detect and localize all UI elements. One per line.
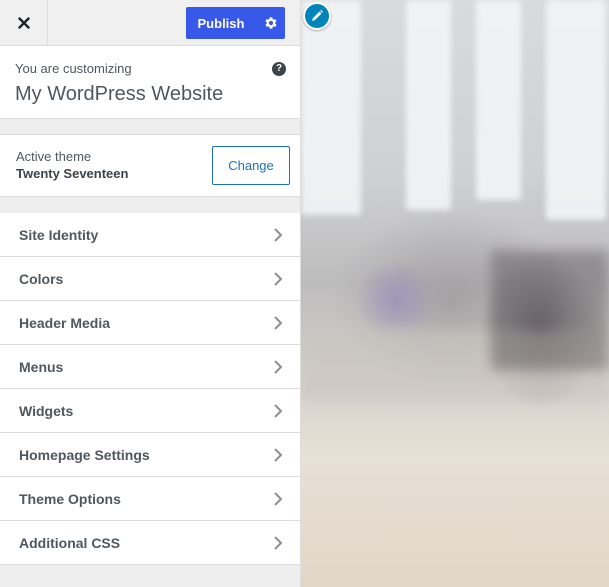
customizer-info: You are customizing My WordPress Website: [0, 46, 300, 119]
section-additional-css[interactable]: Additional CSS: [0, 521, 300, 565]
preview-blur-shape: [301, 0, 361, 215]
section-label: Widgets: [19, 402, 74, 419]
change-theme-button[interactable]: Change: [212, 146, 290, 185]
customizer-header: Publish: [0, 0, 300, 46]
publish-button[interactable]: Publish: [186, 16, 256, 31]
publish-button-group: Publish: [186, 7, 285, 39]
help-icon[interactable]: ?: [272, 62, 286, 76]
customizer-sections: Site Identity Colors Header Media Menus …: [0, 213, 300, 565]
section-label: Site Identity: [19, 226, 99, 243]
close-icon: [17, 17, 30, 29]
section-label: Menus: [19, 358, 64, 375]
chevron-right-icon: [274, 228, 283, 242]
active-theme-name: Twenty Seventeen: [16, 166, 129, 181]
chevron-right-icon: [274, 536, 283, 550]
section-homepage-settings[interactable]: Homepage Settings: [0, 433, 300, 477]
chevron-right-icon: [274, 360, 283, 374]
section-theme-options[interactable]: Theme Options: [0, 477, 300, 521]
gear-icon: [265, 17, 276, 29]
section-header-media[interactable]: Header Media: [0, 301, 300, 345]
edit-shortcut-button[interactable]: [303, 2, 331, 30]
customizer-sidebar: Publish You are customizing My WordPress…: [0, 0, 301, 587]
preview-blur-shape: [406, 0, 451, 210]
pencil-icon: [312, 10, 323, 21]
chevron-right-icon: [274, 272, 283, 286]
active-theme-label: Active theme: [16, 149, 92, 164]
section-label: Homepage Settings: [19, 446, 150, 463]
preview-blur-shape: [491, 250, 609, 370]
customizing-label: You are customizing: [15, 61, 132, 76]
chevron-right-icon: [274, 404, 283, 418]
chevron-right-icon: [274, 448, 283, 462]
close-customizer-button[interactable]: [0, 0, 48, 46]
section-widgets[interactable]: Widgets: [0, 389, 300, 433]
publish-settings-button[interactable]: [256, 7, 285, 39]
preview-blur-shape: [476, 0, 521, 200]
chevron-right-icon: [274, 316, 283, 330]
site-title: My WordPress Website: [15, 83, 224, 105]
active-theme-section: Active theme Twenty Seventeen Change: [0, 134, 300, 197]
section-label: Colors: [19, 270, 64, 287]
section-label: Theme Options: [19, 490, 121, 507]
section-label: Additional CSS: [19, 534, 121, 551]
section-label: Header Media: [19, 314, 111, 331]
section-menus[interactable]: Menus: [0, 345, 300, 389]
section-site-identity[interactable]: Site Identity: [0, 213, 300, 257]
preview-blur-shape: [546, 0, 606, 220]
section-colors[interactable]: Colors: [0, 257, 300, 301]
chevron-right-icon: [274, 492, 283, 506]
site-preview[interactable]: [301, 0, 609, 587]
